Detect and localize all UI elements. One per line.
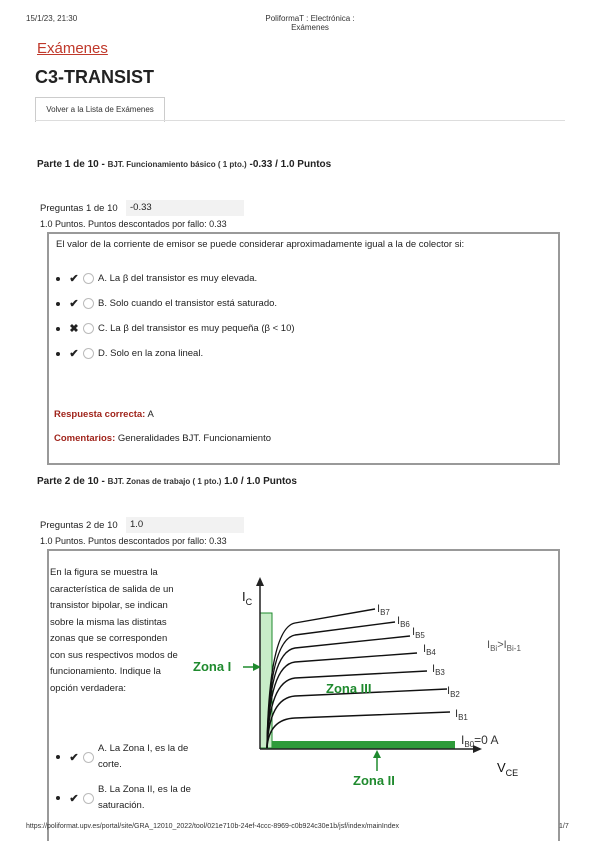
option-text: B. Solo cuando el transistor está satura… — [98, 298, 278, 309]
question-2-option-a: ✔ A. La Zona I, es la de corte. — [56, 741, 198, 773]
bjt-output-characteristic-figure: IC VCE IB7 IB6 IB5 IB4 IB3 IB2 IB1 IB0=0… — [193, 577, 521, 788]
bullet — [56, 755, 60, 759]
question-1-option-c: ✖ C. La β del transistor es muy pequeña … — [56, 322, 295, 335]
zona-ii-arrow-icon — [373, 750, 381, 758]
zona-i-region — [259, 612, 273, 749]
print-url: https://poliformat.upv.es/portal/site/GR… — [26, 823, 400, 830]
bullet — [56, 796, 60, 800]
part-2-subtitle: BJT. Zonas de trabajo ( 1 pto.) — [107, 477, 222, 486]
y-axis-label: IC — [242, 589, 253, 607]
curve-ib7 — [266, 608, 376, 749]
question-2-points-info: 1.0 Puntos. Puntos descontados por fallo… — [40, 536, 227, 546]
curve-label-ib5: IB5 — [412, 626, 425, 640]
radio-button[interactable] — [83, 348, 94, 359]
check-icon: ✔ — [69, 792, 79, 805]
back-to-exam-list-tab[interactable]: Volver a la Lista de Exámenes — [35, 97, 165, 122]
bullet — [56, 351, 60, 356]
curve-ib4 — [266, 652, 418, 749]
curve-label-ib3: IB3 — [432, 663, 445, 677]
question-2-option-b: ✔ B. La Zona II, es la de saturación. — [56, 782, 198, 814]
curve-label-ib0: IB0=0 A — [461, 733, 499, 749]
check-icon: ✔ — [69, 298, 79, 310]
curve-label-ib1: IB1 — [455, 708, 468, 722]
question-1-option-b: ✔ B. Solo cuando el transistor está satu… — [56, 297, 277, 310]
part-1-subtitle: BJT. Funcionamiento básico ( 1 pto.) — [107, 160, 247, 169]
option-text: A. La β del transistor es muy elevada. — [98, 273, 258, 284]
radio-button[interactable] — [83, 273, 94, 284]
check-icon: ✔ — [69, 751, 79, 764]
bullet — [56, 301, 60, 306]
question-1-points-info: 1.0 Puntos. Puntos descontados por fallo… — [40, 219, 227, 229]
zona-i-label: Zona I — [193, 659, 231, 674]
question-1-option-d: ✔ D. Solo en la zona lineal. — [56, 347, 203, 360]
part-1-title: Parte 1 de 10 - — [37, 159, 105, 170]
question-2-score: 1.0 — [126, 517, 244, 533]
bullet — [56, 276, 60, 281]
correct-answer-label: Respuesta correcta: — [54, 409, 146, 420]
comments-value: Generalidades BJT. Funcionamiento — [117, 433, 272, 444]
print-page-number: 1/7 — [559, 823, 569, 830]
part-2-score: 1.0 / 1.0 Puntos — [224, 476, 297, 487]
y-axis-arrow-icon — [256, 577, 264, 586]
radio-button[interactable] — [83, 323, 94, 334]
question-1-text: El valor de la corriente de emisor se pu… — [56, 239, 465, 250]
zona-ii-region — [272, 741, 455, 749]
option-text: D. Solo en la zona lineal. — [98, 348, 204, 359]
question-2-text: En la figura se muestra la característic… — [50, 567, 178, 694]
check-icon: ✔ — [69, 348, 79, 360]
cross-icon: ✖ — [69, 323, 79, 335]
option-text: A. La Zona I, es la de corte. — [98, 743, 189, 770]
question-2-label: Preguntas 2 de 10 — [40, 520, 118, 531]
correct-answer-value: A — [147, 409, 154, 420]
tab-divider — [35, 120, 565, 121]
radio-button[interactable] — [83, 792, 94, 804]
curve-label-ib2: IB2 — [447, 685, 460, 699]
part-1-heading: Parte 1 de 10 - BJT. Funcionamiento bási… — [37, 159, 331, 170]
radio-button[interactable] — [83, 751, 94, 763]
print-datetime: 15/1/23, 21:30 — [26, 14, 78, 23]
breadcrumb-examenes-link[interactable]: Exámenes — [37, 40, 108, 57]
question-1-option-a: ✔ A. La β del transistor es muy elevada. — [56, 272, 257, 285]
question-1-correct-answer: Respuesta correcta: A — [54, 409, 154, 420]
part-1-score: -0.33 / 1.0 Puntos — [249, 159, 332, 170]
comments-label: Comentarios: — [54, 433, 116, 444]
zona-ii-label: Zona II — [353, 773, 395, 788]
x-axis-label: VCE — [497, 760, 518, 778]
radio-button[interactable] — [83, 298, 94, 309]
part-2-heading: Parte 2 de 10 - BJT. Zonas de trabajo ( … — [37, 476, 297, 487]
curve-label-ib6: IB6 — [397, 615, 410, 629]
relation-label: IBi>IBi-1 — [487, 639, 521, 653]
part-2-title: Parte 2 de 10 - — [37, 476, 105, 487]
exam-title: C3-TRANSIST — [35, 67, 155, 87]
zona-iii-label: Zona III — [326, 681, 372, 696]
check-icon: ✔ — [69, 273, 79, 285]
option-text: B. La Zona II, es la de saturación. — [98, 784, 191, 811]
question-1-label: Preguntas 1 de 10 — [40, 203, 118, 214]
curve-label-ib7: IB7 — [377, 603, 390, 617]
print-page-title: PoliformaT : Electrónica : Exámenes — [265, 14, 355, 32]
question-1-score: -0.33 — [126, 200, 244, 216]
question-1-comments: Comentarios: Generalidades BJT. Funciona… — [54, 433, 271, 444]
bullet — [56, 326, 60, 331]
option-text: C. La β del transistor es muy pequeña (β… — [98, 323, 295, 334]
curve-label-ib4: IB4 — [423, 643, 436, 657]
